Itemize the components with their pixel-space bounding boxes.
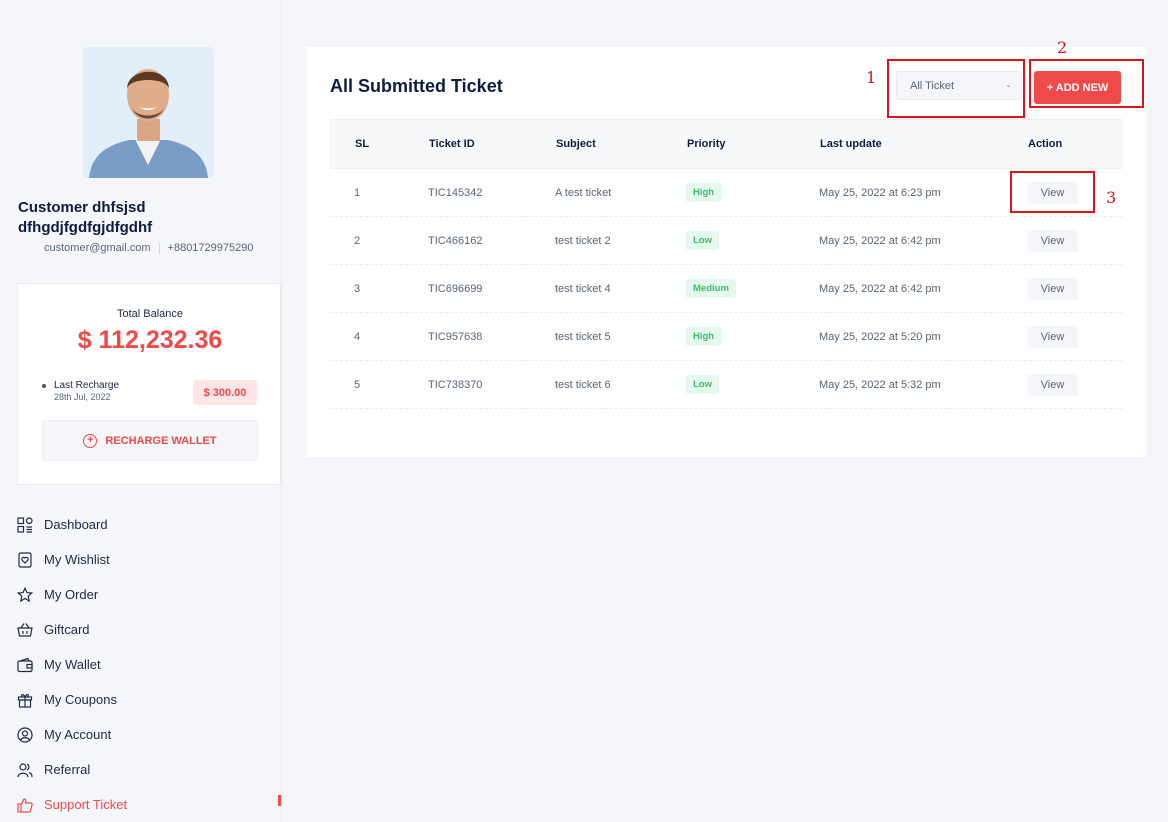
ticket-subject: test ticket 6 — [555, 378, 611, 391]
ticket-subject: test ticket 4 — [555, 282, 611, 295]
sidebar-item-label: Dashboard — [44, 517, 108, 532]
table-row: 5 TIC738370 test ticket 6 Low May 25, 20… — [330, 361, 1122, 409]
basket-icon — [17, 622, 33, 638]
ticket-subject: test ticket 2 — [555, 234, 611, 247]
balance-amount: $ 112,232.36 — [77, 326, 223, 354]
column-header: Subject — [556, 138, 596, 150]
sidebar-item-label: My Wallet — [44, 657, 101, 672]
row-sl: 5 — [354, 378, 361, 391]
ticket-subject: A test ticket — [555, 186, 612, 199]
star-icon — [17, 586, 33, 603]
last-recharge-date: 28th Jul, 2022 — [54, 392, 111, 402]
ticket-subject: test ticket 5 — [555, 330, 611, 343]
column-header: Ticket ID — [429, 138, 475, 150]
customer-phone: +8801729975290 — [167, 242, 254, 254]
last-recharge-label: Last Recharge — [54, 380, 120, 391]
table-row: 3 TIC696699 test ticket 4 Medium May 25,… — [330, 265, 1122, 313]
ticket-id: TIC145342 — [428, 186, 483, 199]
recharge-wallet-button[interactable]: + RECHARGE WALLET — [42, 420, 258, 461]
active-indicator — [278, 795, 281, 806]
last-update: May 25, 2022 at 5:20 pm — [819, 330, 941, 343]
sidebar-item-label: My Wishlist — [44, 552, 110, 567]
customer-photo — [83, 47, 214, 178]
sidebar-item-label: Giftcard — [44, 622, 90, 637]
ticket-id: TIC466162 — [428, 234, 483, 247]
page-title: All Submitted Ticket — [330, 76, 503, 96]
last-update: May 25, 2022 at 6:42 pm — [819, 234, 941, 247]
column-header: Priority — [687, 138, 726, 150]
priority-badge: High — [686, 327, 722, 346]
bullet-icon — [42, 384, 46, 388]
sidebar-item-giftcard[interactable]: Giftcard — [17, 612, 282, 647]
last-recharge-amount: $ 300.00 — [193, 380, 257, 405]
customer-name: Customer dhfsjsd dfhgdjfgdfgjdfgdhf — [18, 199, 153, 236]
ticket-id: TIC957638 — [428, 330, 483, 343]
sidebar-item-label: My Account — [44, 727, 112, 742]
table-header: SL Ticket ID Subject Priority Last updat… — [330, 119, 1122, 169]
wallet-icon — [17, 657, 33, 673]
sidebar-item-referral[interactable]: Referral — [17, 752, 282, 787]
table-row: 4 TIC957638 test ticket 5 High May 25, 2… — [330, 313, 1122, 361]
sidebar-item-label: My Coupons — [44, 692, 117, 707]
balance-label: Total Balance — [116, 308, 184, 320]
balance-card: Total Balance $ 112,232.36 Last Recharge… — [17, 283, 281, 485]
row-sl: 3 — [354, 282, 361, 295]
view-button[interactable]: View — [1027, 277, 1078, 300]
sidebar-item-support-ticket[interactable]: Support Ticket — [17, 787, 282, 822]
view-button[interactable]: View — [1027, 229, 1078, 252]
customer-email: customer@gmail.com — [44, 242, 151, 254]
annotation-box-3 — [1010, 171, 1095, 213]
referral-icon — [17, 762, 33, 778]
last-update: May 25, 2022 at 6:42 pm — [819, 282, 941, 295]
priority-badge: Low — [686, 231, 719, 250]
table-row: 2 TIC466162 test ticket 2 Low May 25, 20… — [330, 217, 1122, 265]
annotation-label-3: 3 — [1106, 188, 1117, 207]
view-button[interactable]: View — [1027, 373, 1078, 396]
priority-badge: Medium — [686, 279, 736, 298]
sidebar-item-wallet[interactable]: My Wallet — [17, 647, 282, 682]
coupon-icon — [17, 692, 33, 708]
annotation-label-1: 1 — [866, 68, 877, 87]
wishlist-icon — [17, 551, 33, 568]
table-row: 1 TIC145342 A test ticket High May 25, 2… — [330, 169, 1122, 217]
column-header: Action — [1028, 138, 1063, 150]
recharge-wallet-label: RECHARGE WALLET — [105, 434, 217, 447]
plus-circle-icon: + — [83, 433, 98, 448]
annotation-box-1 — [887, 59, 1025, 118]
annotation-box-2 — [1029, 59, 1144, 108]
tickets-table: SL Ticket ID Subject Priority Last updat… — [330, 119, 1122, 409]
row-sl: 2 — [354, 234, 361, 247]
dashboard-icon — [17, 516, 33, 533]
sidebar-item-coupons[interactable]: My Coupons — [17, 682, 282, 717]
sidebar-item-label: Referral — [44, 762, 91, 777]
priority-badge: Low — [686, 375, 719, 394]
ticket-id: TIC696699 — [428, 282, 483, 295]
column-header: SL — [355, 138, 370, 150]
sidebar-item-wishlist[interactable]: My Wishlist — [17, 542, 282, 577]
annotation-label-2: 2 — [1057, 38, 1068, 57]
sidebar-nav: Dashboard My Wishlist My Order Giftcard … — [17, 507, 282, 822]
avatar — [83, 47, 214, 178]
account-icon — [17, 726, 33, 743]
row-sl: 1 — [354, 186, 361, 199]
divider — [158, 242, 160, 254]
sidebar-item-dashboard[interactable]: Dashboard — [17, 507, 282, 542]
last-update: May 25, 2022 at 5:32 pm — [819, 378, 941, 391]
priority-badge: High — [686, 183, 722, 202]
row-sl: 4 — [354, 330, 361, 343]
sidebar-item-account[interactable]: My Account — [17, 717, 282, 752]
view-button[interactable]: View — [1027, 325, 1078, 348]
sidebar-item-order[interactable]: My Order — [17, 577, 282, 612]
last-update: May 25, 2022 at 6:23 pm — [819, 186, 941, 199]
ticket-id: TIC738370 — [428, 378, 483, 391]
contact-info: customer@gmail.com +8801729975290 — [44, 242, 254, 254]
column-header: Last update — [820, 138, 882, 150]
sidebar-item-label: Support Ticket — [44, 797, 128, 812]
sidebar-item-label: My Order — [44, 587, 99, 602]
sidebar: Customer dhfsjsd dfhgdjfgdfgjdfgdhf cust… — [0, 0, 282, 822]
thumbs-up-icon — [17, 797, 33, 813]
